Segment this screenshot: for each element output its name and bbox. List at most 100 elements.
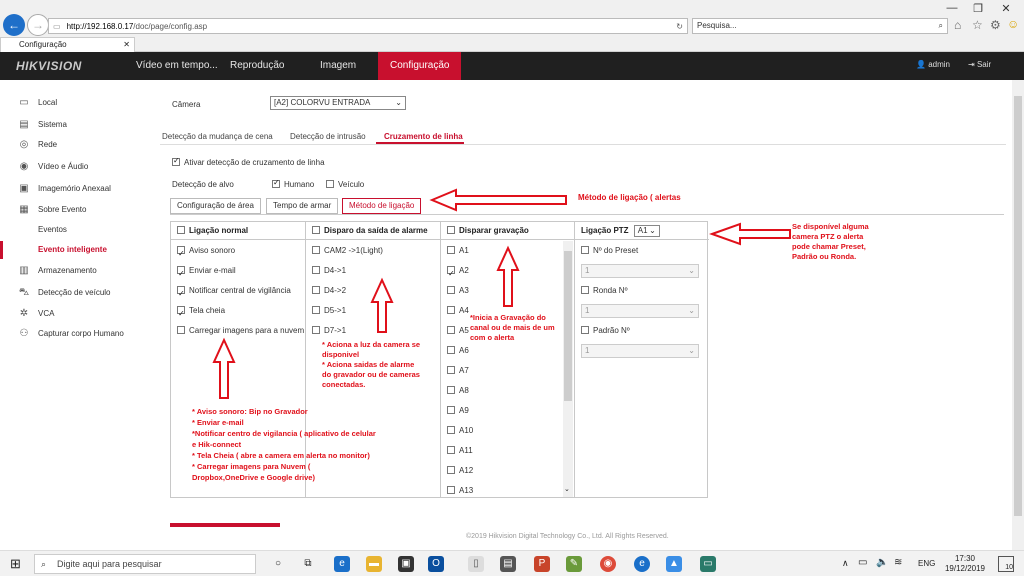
smiley-icon[interactable]: ☺ xyxy=(1007,17,1019,31)
human-checkbox[interactable] xyxy=(272,178,280,188)
enable-checkbox[interactable] xyxy=(172,156,180,166)
checkbox[interactable] xyxy=(447,446,455,454)
checkbox[interactable] xyxy=(447,406,455,414)
enable-line-crossing[interactable]: Ativar detecção de cruzamento de linha xyxy=(172,156,325,167)
office-icon[interactable]: O xyxy=(428,556,444,572)
recording-channel-item[interactable]: A2 xyxy=(447,261,469,284)
camera-select[interactable]: [A2] COLORVU ENTRADA ⌄ xyxy=(270,96,406,110)
refresh-icon[interactable]: ↻ xyxy=(676,22,683,31)
ptz-patrol-option[interactable]: Ronda Nº xyxy=(581,281,628,301)
chrome-icon[interactable]: ◉ xyxy=(600,556,616,572)
chevron-down-icon[interactable]: ⌄ xyxy=(564,485,570,493)
recording-channel-item[interactable]: A6 xyxy=(447,341,469,361)
recording-channel-item[interactable]: A12 xyxy=(447,461,473,481)
checkbox[interactable] xyxy=(177,304,185,324)
minimize-icon[interactable]: — xyxy=(940,2,964,14)
photos-icon[interactable]: ▲ xyxy=(666,556,682,572)
menu-image[interactable]: Imagem xyxy=(310,52,366,80)
checkbox[interactable] xyxy=(447,326,455,334)
alarm-output-item[interactable]: D5->1 xyxy=(312,301,346,321)
tab-scene-change[interactable]: Detecção da mudança de cena xyxy=(162,132,273,141)
app-icon[interactable]: ▤ xyxy=(500,556,516,572)
select-all-checkbox[interactable] xyxy=(447,226,455,234)
target-vehicle[interactable]: Veículo xyxy=(326,180,364,189)
checkbox[interactable] xyxy=(581,286,589,294)
address-bar[interactable]: ▭ http://192.168.0.17/doc/page/config.as… xyxy=(48,18,688,34)
checkbox[interactable] xyxy=(447,386,455,394)
task-view-icon[interactable]: ⧉ xyxy=(300,556,316,572)
search-icon[interactable]: ⌕ xyxy=(939,19,943,33)
recording-channel-item[interactable]: A7 xyxy=(447,361,469,381)
checkbox[interactable] xyxy=(177,326,185,334)
browser-search-input[interactable]: Pesquisa... ⌕ xyxy=(692,18,948,34)
recording-channel-item[interactable]: A13 xyxy=(447,481,473,501)
checkbox[interactable] xyxy=(581,246,589,254)
sidebar-item-smart-event[interactable]: Evento inteligente xyxy=(38,241,107,259)
ptz-preset-select[interactable]: 1 ⌄ xyxy=(581,264,699,278)
menu-playback[interactable]: Reprodução xyxy=(220,52,294,80)
sidebar-item-video-audio[interactable]: ◉ Vídeo e Áudio xyxy=(18,158,89,176)
checkbox[interactable] xyxy=(312,246,320,254)
checkbox[interactable] xyxy=(312,326,320,334)
close-tab-icon[interactable]: ✕ xyxy=(123,40,130,49)
alarm-output-item[interactable]: D4->1 xyxy=(312,261,346,281)
powerpoint-icon[interactable]: P xyxy=(534,556,550,572)
alarm-output-item[interactable]: D7->1 xyxy=(312,321,346,341)
checkbox[interactable] xyxy=(177,284,185,304)
user-menu[interactable]: 👤 admin xyxy=(916,60,950,69)
store-icon[interactable]: ▣ xyxy=(398,556,414,572)
target-human[interactable]: Humano xyxy=(272,178,314,189)
scrollbar-thumb[interactable] xyxy=(564,251,572,401)
network-icon[interactable]: ▭ xyxy=(858,557,867,568)
checkbox[interactable] xyxy=(177,244,185,264)
windows-start-icon[interactable]: ⊞ xyxy=(10,556,21,572)
ptz-preset-option[interactable]: Nº do Preset xyxy=(581,241,638,261)
checkbox[interactable] xyxy=(581,326,589,334)
edge-icon[interactable]: e xyxy=(334,556,350,572)
ptz-pattern-option[interactable]: Padrão Nº xyxy=(581,321,630,341)
maximize-icon[interactable]: ❐ xyxy=(966,2,990,15)
recording-channel-item[interactable]: A8 xyxy=(447,381,469,401)
checkbox[interactable] xyxy=(177,264,185,284)
sidebar-item-basic-event[interactable]: Eventos xyxy=(38,221,67,239)
document-icon[interactable]: ▯ xyxy=(468,556,484,572)
browser-tab[interactable]: Configuração ✕ xyxy=(0,37,135,52)
recording-scrollbar[interactable]: ⌄ xyxy=(563,241,573,497)
menu-configuration[interactable]: Configuração xyxy=(378,52,462,80)
recording-channel-item[interactable]: A11 xyxy=(447,441,473,461)
recording-channel-item[interactable]: A3 xyxy=(447,281,469,301)
notepad-icon[interactable]: ✎ xyxy=(566,556,582,572)
vehicle-checkbox[interactable] xyxy=(326,180,334,188)
favorites-icon[interactable]: ☆ xyxy=(972,18,983,32)
sidebar-item-local[interactable]: ▭ Local xyxy=(18,94,57,112)
sidebar-item-event[interactable]: ▦ Sobre Evento xyxy=(18,201,86,219)
menu-live-view[interactable]: Vídeo em tempo... xyxy=(126,52,228,80)
checkbox[interactable] xyxy=(447,306,455,314)
ptz-channel-select[interactable]: A1 ⌄ xyxy=(633,225,660,237)
sidebar-item-storage[interactable]: ▥ Armazenamento xyxy=(18,262,96,280)
checkbox[interactable] xyxy=(447,486,455,494)
sidebar-item-network[interactable]: ◎ Rede xyxy=(18,136,58,154)
checkbox[interactable] xyxy=(447,366,455,374)
recording-channel-item[interactable]: A10 xyxy=(447,421,473,441)
settings-icon[interactable]: ⚙ xyxy=(990,18,1001,32)
monitor-app-icon[interactable]: ▭ xyxy=(700,556,716,572)
sidebar-item-human-capture[interactable]: ⚇ Capturar corpo Humano xyxy=(18,325,124,343)
clock[interactable]: 17:30 19/12/2019 xyxy=(944,554,986,574)
save-button[interactable] xyxy=(170,523,280,527)
checkbox[interactable] xyxy=(312,306,320,314)
linkage-full-screen[interactable]: Tela cheia xyxy=(177,301,225,324)
alarm-output-item[interactable]: CAM2 ->1(Light) xyxy=(312,241,383,261)
checkbox[interactable] xyxy=(447,346,455,354)
file-explorer-icon[interactable]: ▬ xyxy=(366,556,382,572)
tab-line-crossing[interactable]: Cruzamento de linha xyxy=(384,132,463,141)
sidebar-item-vca[interactable]: ✲ VCA xyxy=(18,305,55,323)
checkbox[interactable] xyxy=(447,286,455,294)
step-area-config[interactable]: Configuração de área xyxy=(170,198,261,214)
forward-button[interactable]: → xyxy=(27,14,49,36)
tray-arrow-icon[interactable]: ∧ xyxy=(842,558,849,569)
ie-icon[interactable]: e xyxy=(634,556,650,572)
select-all-checkbox[interactable] xyxy=(177,226,185,234)
notification-icon[interactable]: 10 xyxy=(998,556,1014,572)
sidebar-item-system[interactable]: ▤ Sistema xyxy=(18,116,67,134)
